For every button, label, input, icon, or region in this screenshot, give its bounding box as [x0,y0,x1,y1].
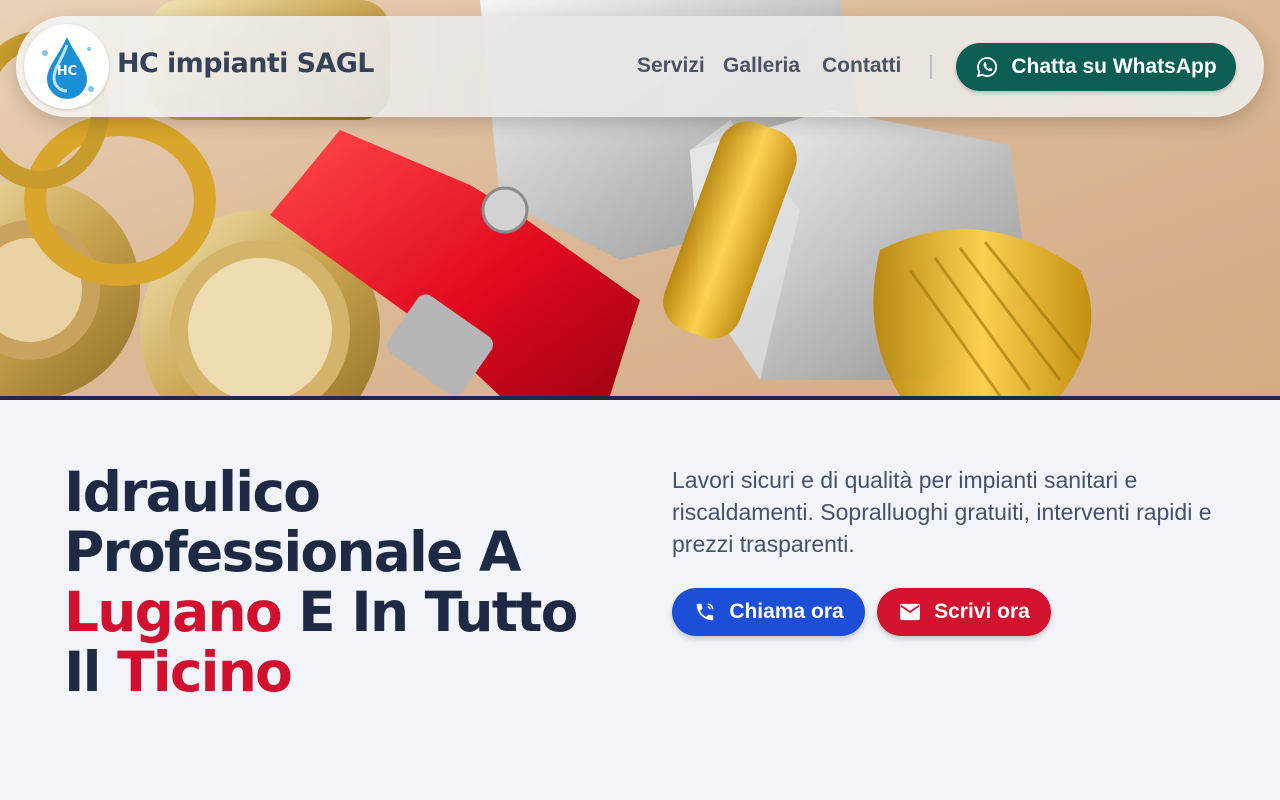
headline-part-1: Idraulico Professionale A [64,460,522,584]
svg-text:HC: HC [56,64,76,79]
write-now-button[interactable]: Scrivi ora [877,588,1051,636]
nav-link-servizi[interactable]: Servizi [637,54,717,78]
whatsapp-icon [975,55,999,79]
whatsapp-button-label: Chatta su WhatsApp [1011,55,1217,78]
mail-icon [898,600,922,624]
headline-highlight-ticino: Ticino [117,640,293,704]
write-now-label: Scrivi ora [934,600,1030,623]
hero-description: Lavori sicuri e di qualità per impianti … [672,467,1212,557]
hero-divider [0,396,1280,400]
nav-divider [930,55,932,79]
call-now-button[interactable]: Chiama ora [672,588,865,636]
site-header: HC HC impianti SAGL Servizi Galleria Con… [16,16,1264,117]
water-drop-logo-icon[interactable]: HC [24,24,109,109]
whatsapp-button[interactable]: Chatta su WhatsApp [956,43,1236,91]
phone-icon [693,600,717,624]
page-headline: Idraulico Professionale A Lugano E In Tu… [64,462,624,702]
headline-highlight-lugano: Lugano [64,580,283,644]
call-now-label: Chiama ora [729,600,844,623]
brand-name[interactable]: HC impianti SAGL [117,48,375,79]
nav-link-galleria[interactable]: Galleria [723,54,813,78]
nav-link-contatti[interactable]: Contatti [822,54,922,78]
